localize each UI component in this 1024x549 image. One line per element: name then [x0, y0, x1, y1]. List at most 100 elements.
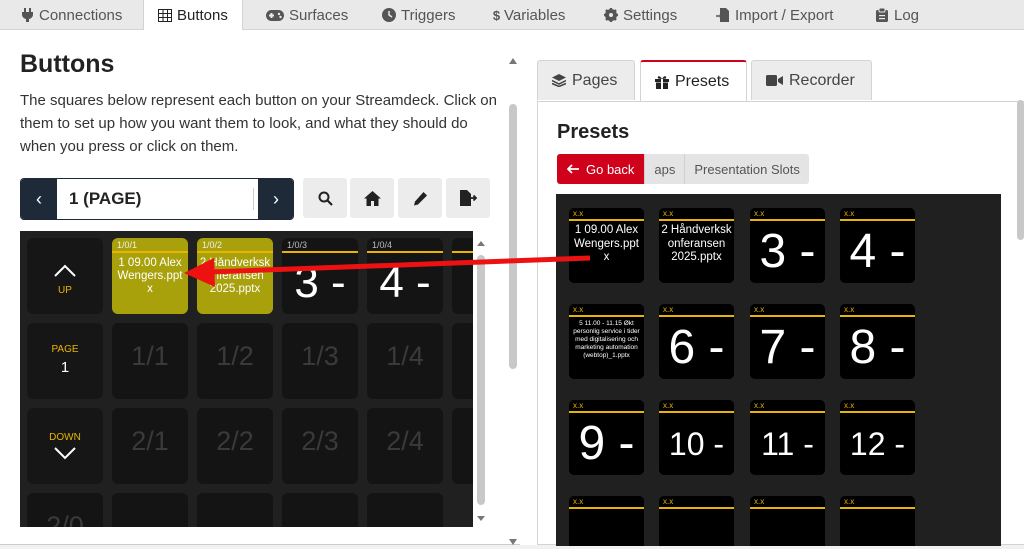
file-export-icon	[459, 190, 477, 206]
home-icon	[363, 190, 381, 206]
breadcrumb-item[interactable]: aps	[644, 154, 685, 184]
edit-button[interactable]	[398, 178, 442, 218]
grid-button[interactable]	[452, 323, 473, 399]
page-down-button[interactable]: DOWN	[27, 408, 103, 484]
right-panel: Pages Presets Recorder Presets Go back a…	[520, 30, 1024, 546]
right-panel-scrollbar[interactable]	[1017, 100, 1024, 240]
preset-divider	[569, 315, 644, 317]
tab-label: Variables	[504, 6, 566, 24]
preset-button[interactable]: x.x 11 -	[750, 400, 825, 475]
grid-button[interactable]: 2/4	[367, 408, 443, 484]
home-button[interactable]	[350, 178, 394, 218]
grid-button[interactable]: 1/4	[367, 323, 443, 399]
page-indicator[interactable]: PAGE 1	[27, 323, 103, 399]
grid-button-location: 1/3	[301, 341, 339, 371]
tab-buttons[interactable]: Buttons	[143, 0, 243, 31]
preset-button[interactable]: x.x 4 -	[840, 208, 915, 283]
preset-location: x.x	[754, 497, 765, 506]
preset-button[interactable]: x.x 3 -	[750, 208, 825, 283]
preset-button[interactable]: x.x	[750, 496, 825, 546]
page-up-button[interactable]: UP	[27, 238, 103, 314]
grid-button[interactable]: 1/1	[112, 323, 188, 399]
next-page-button[interactable]: ›	[258, 179, 293, 219]
grid-button[interactable]: 1/3	[282, 323, 358, 399]
main-content: Buttons The squares below represent each…	[0, 30, 1024, 546]
arrow-left-icon	[567, 164, 579, 174]
preset-location: x.x	[844, 305, 855, 314]
grid-button-location: 1/2	[216, 341, 254, 371]
prev-page-button[interactable]: ‹	[21, 179, 57, 219]
search-button[interactable]	[303, 178, 347, 218]
tab-settings[interactable]: Settings	[604, 0, 677, 30]
preset-button[interactable]: x.x 9 -	[569, 400, 644, 475]
left-panel-scrollbar[interactable]	[508, 58, 518, 545]
grid-button[interactable]: 1/0/3 3 -	[282, 238, 358, 314]
grid-button[interactable]: 2/1	[112, 408, 188, 484]
grid-button[interactable]: 2/3	[282, 408, 358, 484]
grid-button[interactable]	[282, 493, 358, 527]
tab-recorder[interactable]: Recorder	[751, 60, 872, 100]
preset-divider	[840, 411, 915, 413]
grid-button-location: 2/3	[301, 426, 339, 456]
chevron-right-icon: ›	[273, 188, 279, 209]
preset-button[interactable]: x.x 8 -	[840, 304, 915, 379]
button-divider	[197, 251, 273, 253]
preset-text: 1 09.00 Alex Wengers.ppt x	[574, 224, 639, 263]
page-indicator-label: PAGE	[51, 344, 79, 355]
grid-scrollbar[interactable]	[475, 235, 487, 525]
preset-button[interactable]: x.x 2 Håndverksk onferansen 2025.pptx	[659, 208, 734, 283]
grid-button[interactable]	[452, 238, 473, 314]
preset-divider	[840, 315, 915, 317]
preset-location: x.x	[844, 497, 855, 506]
export-button[interactable]	[446, 178, 490, 218]
preset-button[interactable]: x.x 7 -	[750, 304, 825, 379]
page-select[interactable]: 1 (PAGE)	[57, 179, 280, 219]
grid-button[interactable]: 1/0/2 2 Håndverksk onferansen 2025.pptx	[197, 238, 273, 314]
tab-connections[interactable]: Connections	[20, 0, 122, 30]
grid-button[interactable]: 1/0/4 4 -	[367, 238, 443, 314]
preset-location: x.x	[663, 209, 674, 218]
gear-icon	[604, 8, 618, 22]
preset-button[interactable]: x.x 10 -	[659, 400, 734, 475]
grid-button[interactable]	[367, 493, 443, 527]
grid-button[interactable]: 1/0/1 1 09.00 Alex Wengers.ppt x	[112, 238, 188, 314]
tab-variables[interactable]: $ Variables	[492, 0, 566, 30]
preset-divider	[750, 315, 825, 317]
preset-button[interactable]: x.x 1 09.00 Alex Wengers.ppt x	[569, 208, 644, 283]
tab-label: Recorder	[789, 71, 855, 89]
tab-label: Pages	[572, 71, 618, 89]
grid-button[interactable]	[452, 408, 473, 484]
tab-pages[interactable]: Pages	[537, 60, 635, 100]
grid-button[interactable]: 1/2	[197, 323, 273, 399]
preset-button[interactable]: x.x 6 -	[659, 304, 734, 379]
page-title: Buttons	[20, 50, 115, 78]
grid-button[interactable]	[197, 493, 273, 527]
go-back-button[interactable]: Go back	[557, 154, 645, 184]
preset-location: x.x	[573, 497, 584, 506]
gamepad-icon	[266, 8, 284, 22]
button-divider	[112, 251, 188, 253]
preset-button[interactable]: x.x 5 11.00 - 11.15 Økt personlig servic…	[569, 304, 644, 379]
breadcrumb-item[interactable]: Presentation Slots	[684, 154, 809, 184]
preset-location: x.x	[844, 209, 855, 218]
tab-log[interactable]: Log	[875, 0, 919, 30]
grid-button[interactable]	[112, 493, 188, 527]
preset-divider	[840, 507, 915, 509]
preset-button[interactable]: x.x	[840, 496, 915, 546]
page-up-label: UP	[58, 285, 72, 296]
tab-triggers[interactable]: Triggers	[382, 0, 455, 30]
presets-title: Presets	[557, 121, 630, 143]
tab-surfaces[interactable]: Surfaces	[266, 0, 348, 30]
preset-button[interactable]: x.x 12 -	[840, 400, 915, 475]
preset-text: 12 -	[849, 426, 906, 462]
tab-presets[interactable]: Presets	[640, 60, 747, 101]
tab-import-export[interactable]: Import / Export	[716, 0, 833, 30]
preset-button[interactable]: x.x	[659, 496, 734, 546]
breadcrumb: Go back aps Presentation Slots	[557, 154, 809, 184]
preset-button[interactable]: x.x	[569, 496, 644, 546]
grid-button[interactable]: 2/2	[197, 408, 273, 484]
grid-icon	[158, 8, 172, 22]
grid-button[interactable]: 2/0	[27, 493, 103, 527]
presets-panel: Presets Go back aps Presentation Slots x…	[537, 101, 1024, 546]
tab-label: Presets	[675, 72, 730, 90]
